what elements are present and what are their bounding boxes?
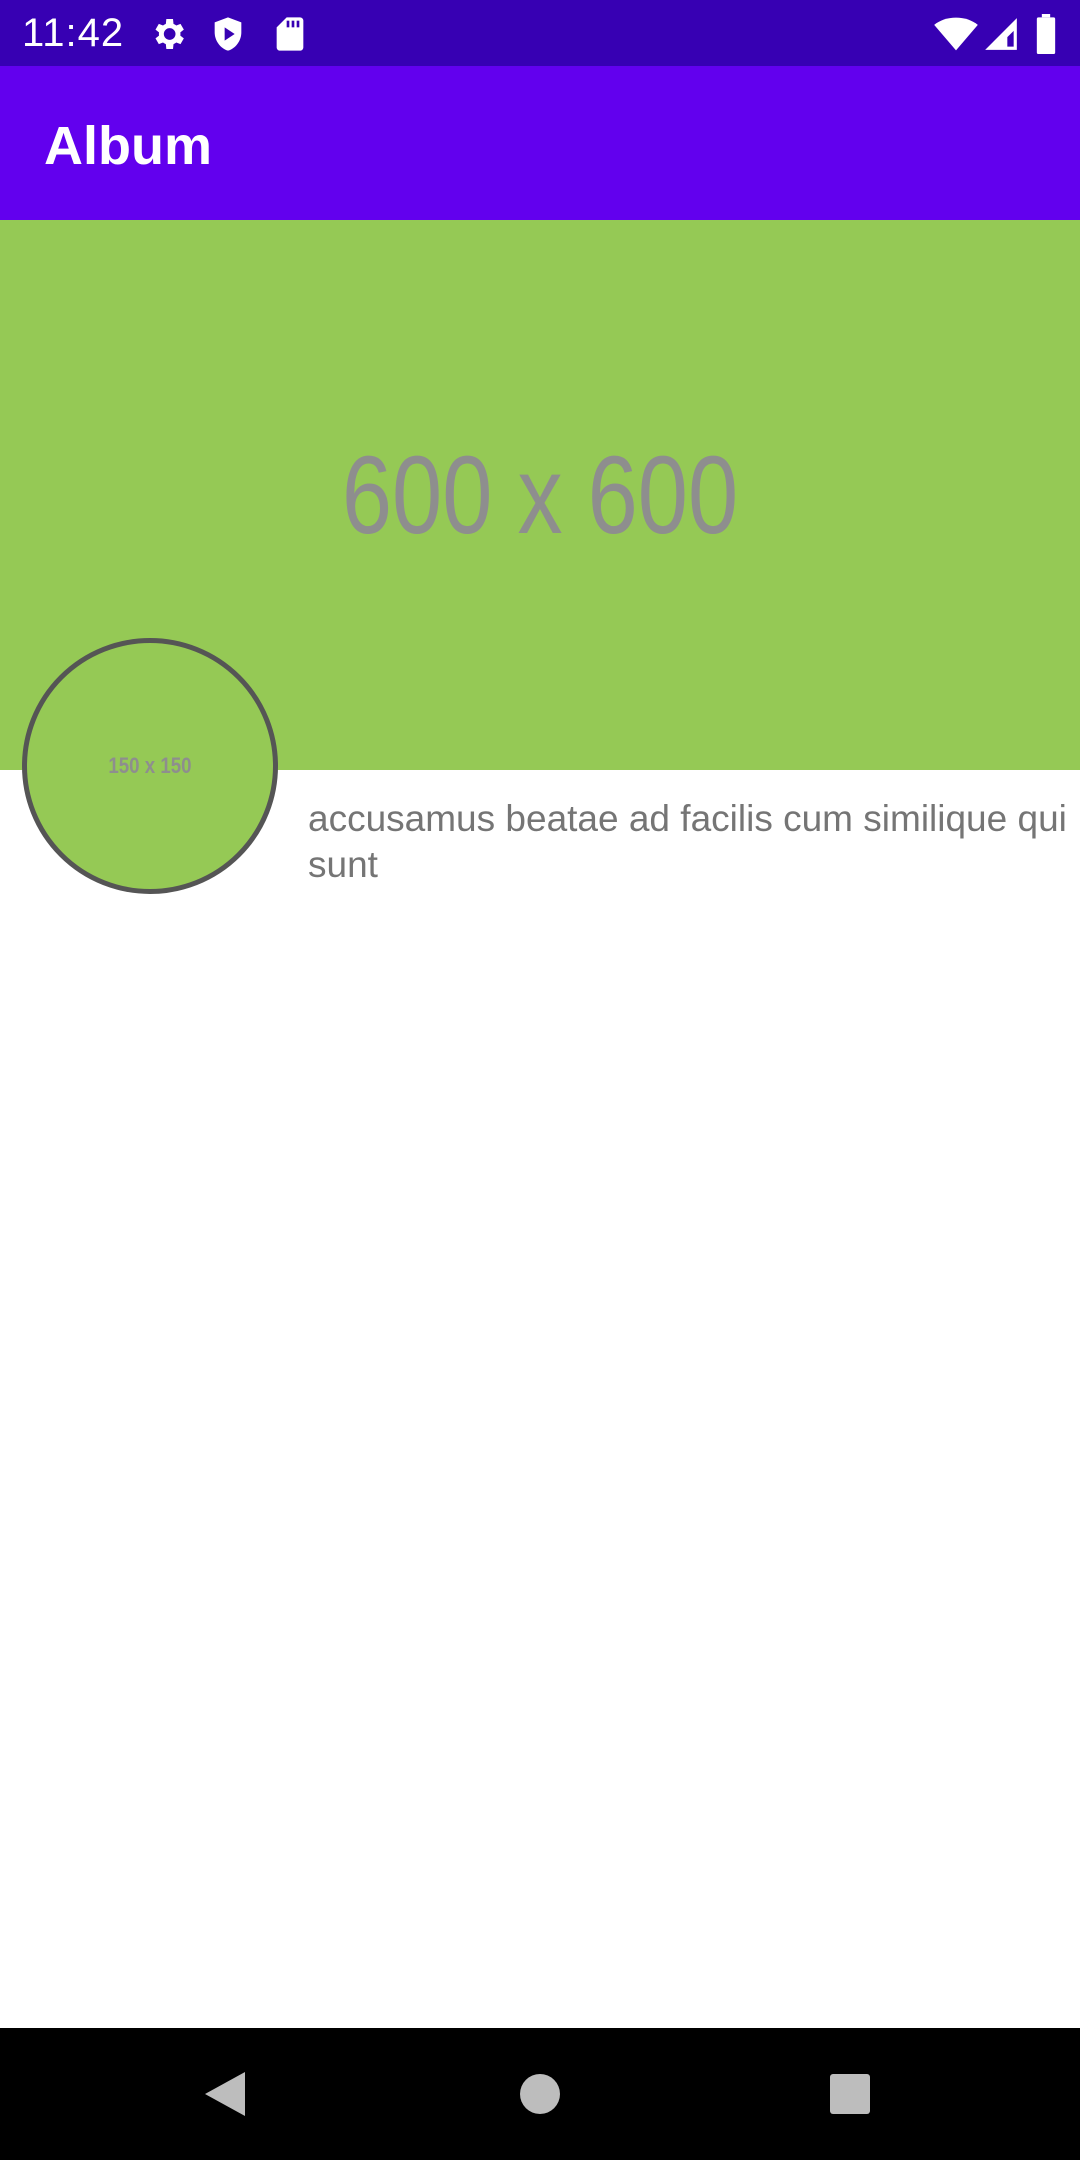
recents-icon <box>830 2074 870 2114</box>
thumbnail-placeholder-label: 150 x 150 <box>108 753 192 778</box>
back-icon <box>205 2072 245 2116</box>
status-time: 11:42 <box>22 11 125 55</box>
shield-play-icon <box>208 14 248 54</box>
wifi-icon <box>934 14 978 54</box>
battery-icon <box>1034 14 1058 54</box>
sd-card-icon <box>270 14 310 54</box>
navigation-bar <box>0 2028 1080 2160</box>
page-title: Album <box>44 116 212 176</box>
gear-icon <box>148 14 188 54</box>
back-button[interactable] <box>196 2064 256 2124</box>
home-button[interactable] <box>510 2064 570 2124</box>
album-title: accusamus beatae ad facilis cum similiqu… <box>308 798 1067 885</box>
app-bar: Album <box>0 66 1080 220</box>
album-thumbnail: 150 x 150 <box>22 638 278 894</box>
recents-button[interactable] <box>820 2064 880 2124</box>
status-bar: 11:42 <box>0 0 1080 66</box>
home-icon <box>520 2074 560 2114</box>
screen: 11:42 Album 600 x 600 150 x 150 accusamu… <box>0 0 1080 2160</box>
signal-icon <box>982 14 1022 54</box>
